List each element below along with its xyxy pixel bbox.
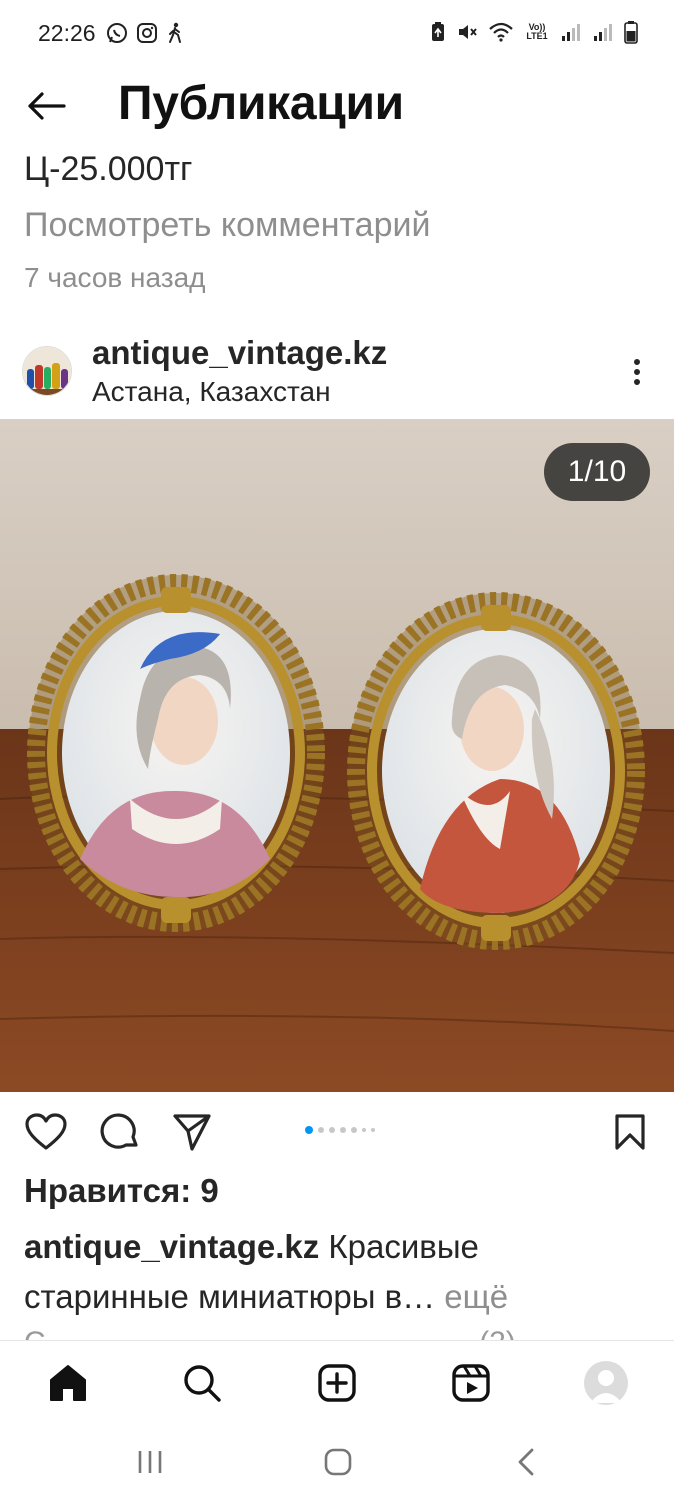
sys-recents-button[interactable] [130,1442,170,1482]
post-timestamp: 7 часов назад [24,262,206,293]
more-options-button[interactable] [622,352,652,392]
avatar[interactable] [22,346,72,396]
carousel-indicator [305,1126,375,1134]
caption-clipped-line: С (2) [0,1322,674,1342]
back-icon [518,1448,534,1476]
save-button[interactable] [606,1108,654,1156]
view-comments-link[interactable]: Посмотреть комментарий [24,206,430,245]
caption-ellipsis: … [402,1278,436,1315]
post-image[interactable]: 1/10 [0,419,674,1092]
previous-post-caption: Ц-25.000тг [24,150,193,188]
bookmark-icon [615,1114,645,1150]
comment-icon [100,1113,138,1149]
post-caption: antique_vintage.kz Красивые старинные ми… [24,1222,644,1322]
post-username[interactable]: antique_vintage.kz [92,334,387,372]
search-icon [184,1365,221,1402]
share-button[interactable] [168,1108,216,1156]
instagram-icon [136,22,158,44]
battery-icon [624,20,638,44]
signal-icon [560,21,582,43]
nav-profile[interactable] [582,1359,630,1407]
status-time: 22:26 [38,20,96,46]
reels-icon [452,1364,490,1402]
carousel-dot [318,1127,324,1133]
nav-search[interactable] [178,1359,226,1407]
nav-create[interactable] [313,1359,361,1407]
whatsapp-icon [106,22,128,44]
carousel-dot [371,1128,375,1132]
send-icon [173,1114,211,1151]
walking-icon [166,22,184,44]
home-icon [50,1365,86,1401]
sys-back-button[interactable] [506,1442,546,1482]
page-header: Публикации [0,70,674,142]
image-counter-badge: 1/10 [544,443,650,501]
heart-icon [25,1113,67,1150]
comment-button[interactable] [96,1108,144,1156]
arrow-left-icon [28,92,66,120]
volte-icon: Vo)) LTE1 [526,22,548,41]
likes-count[interactable]: Нравится: 9 [24,1172,219,1210]
carousel-dot [351,1127,357,1133]
more-vertical-icon [634,359,640,385]
sys-home-button[interactable] [318,1442,358,1482]
profile-avatar [584,1361,628,1405]
status-bar: 22:26 Vo)) LTE1 [0,0,674,66]
carousel-dot [305,1126,313,1134]
wifi-icon [488,21,514,43]
home-icon [324,1448,352,1476]
mute-icon [456,21,478,43]
post-actions [0,1100,674,1162]
status-left-icons [106,22,184,44]
post-location[interactable]: Астана, Казахстан [92,376,331,408]
system-navigation [0,1424,674,1498]
nav-home[interactable] [44,1359,92,1407]
signal-icon [592,21,614,43]
bottom-navigation [0,1340,674,1424]
caption-username[interactable]: antique_vintage.kz [24,1228,319,1265]
create-icon [318,1364,356,1402]
carousel-dot [340,1127,346,1133]
page-title: Публикации [118,77,404,130]
back-button[interactable] [24,84,68,128]
carousel-dot [329,1127,335,1133]
post-header: antique_vintage.kz Астана, Казахстан [0,330,674,414]
status-right-icons: Vo)) LTE1 [430,20,638,44]
battery-saver-icon [430,21,446,43]
recents-icon [138,1451,162,1473]
carousel-dot [362,1128,366,1132]
nav-reels[interactable] [447,1359,495,1407]
caption-more-link[interactable]: ещё [435,1278,508,1315]
like-button[interactable] [22,1108,70,1156]
